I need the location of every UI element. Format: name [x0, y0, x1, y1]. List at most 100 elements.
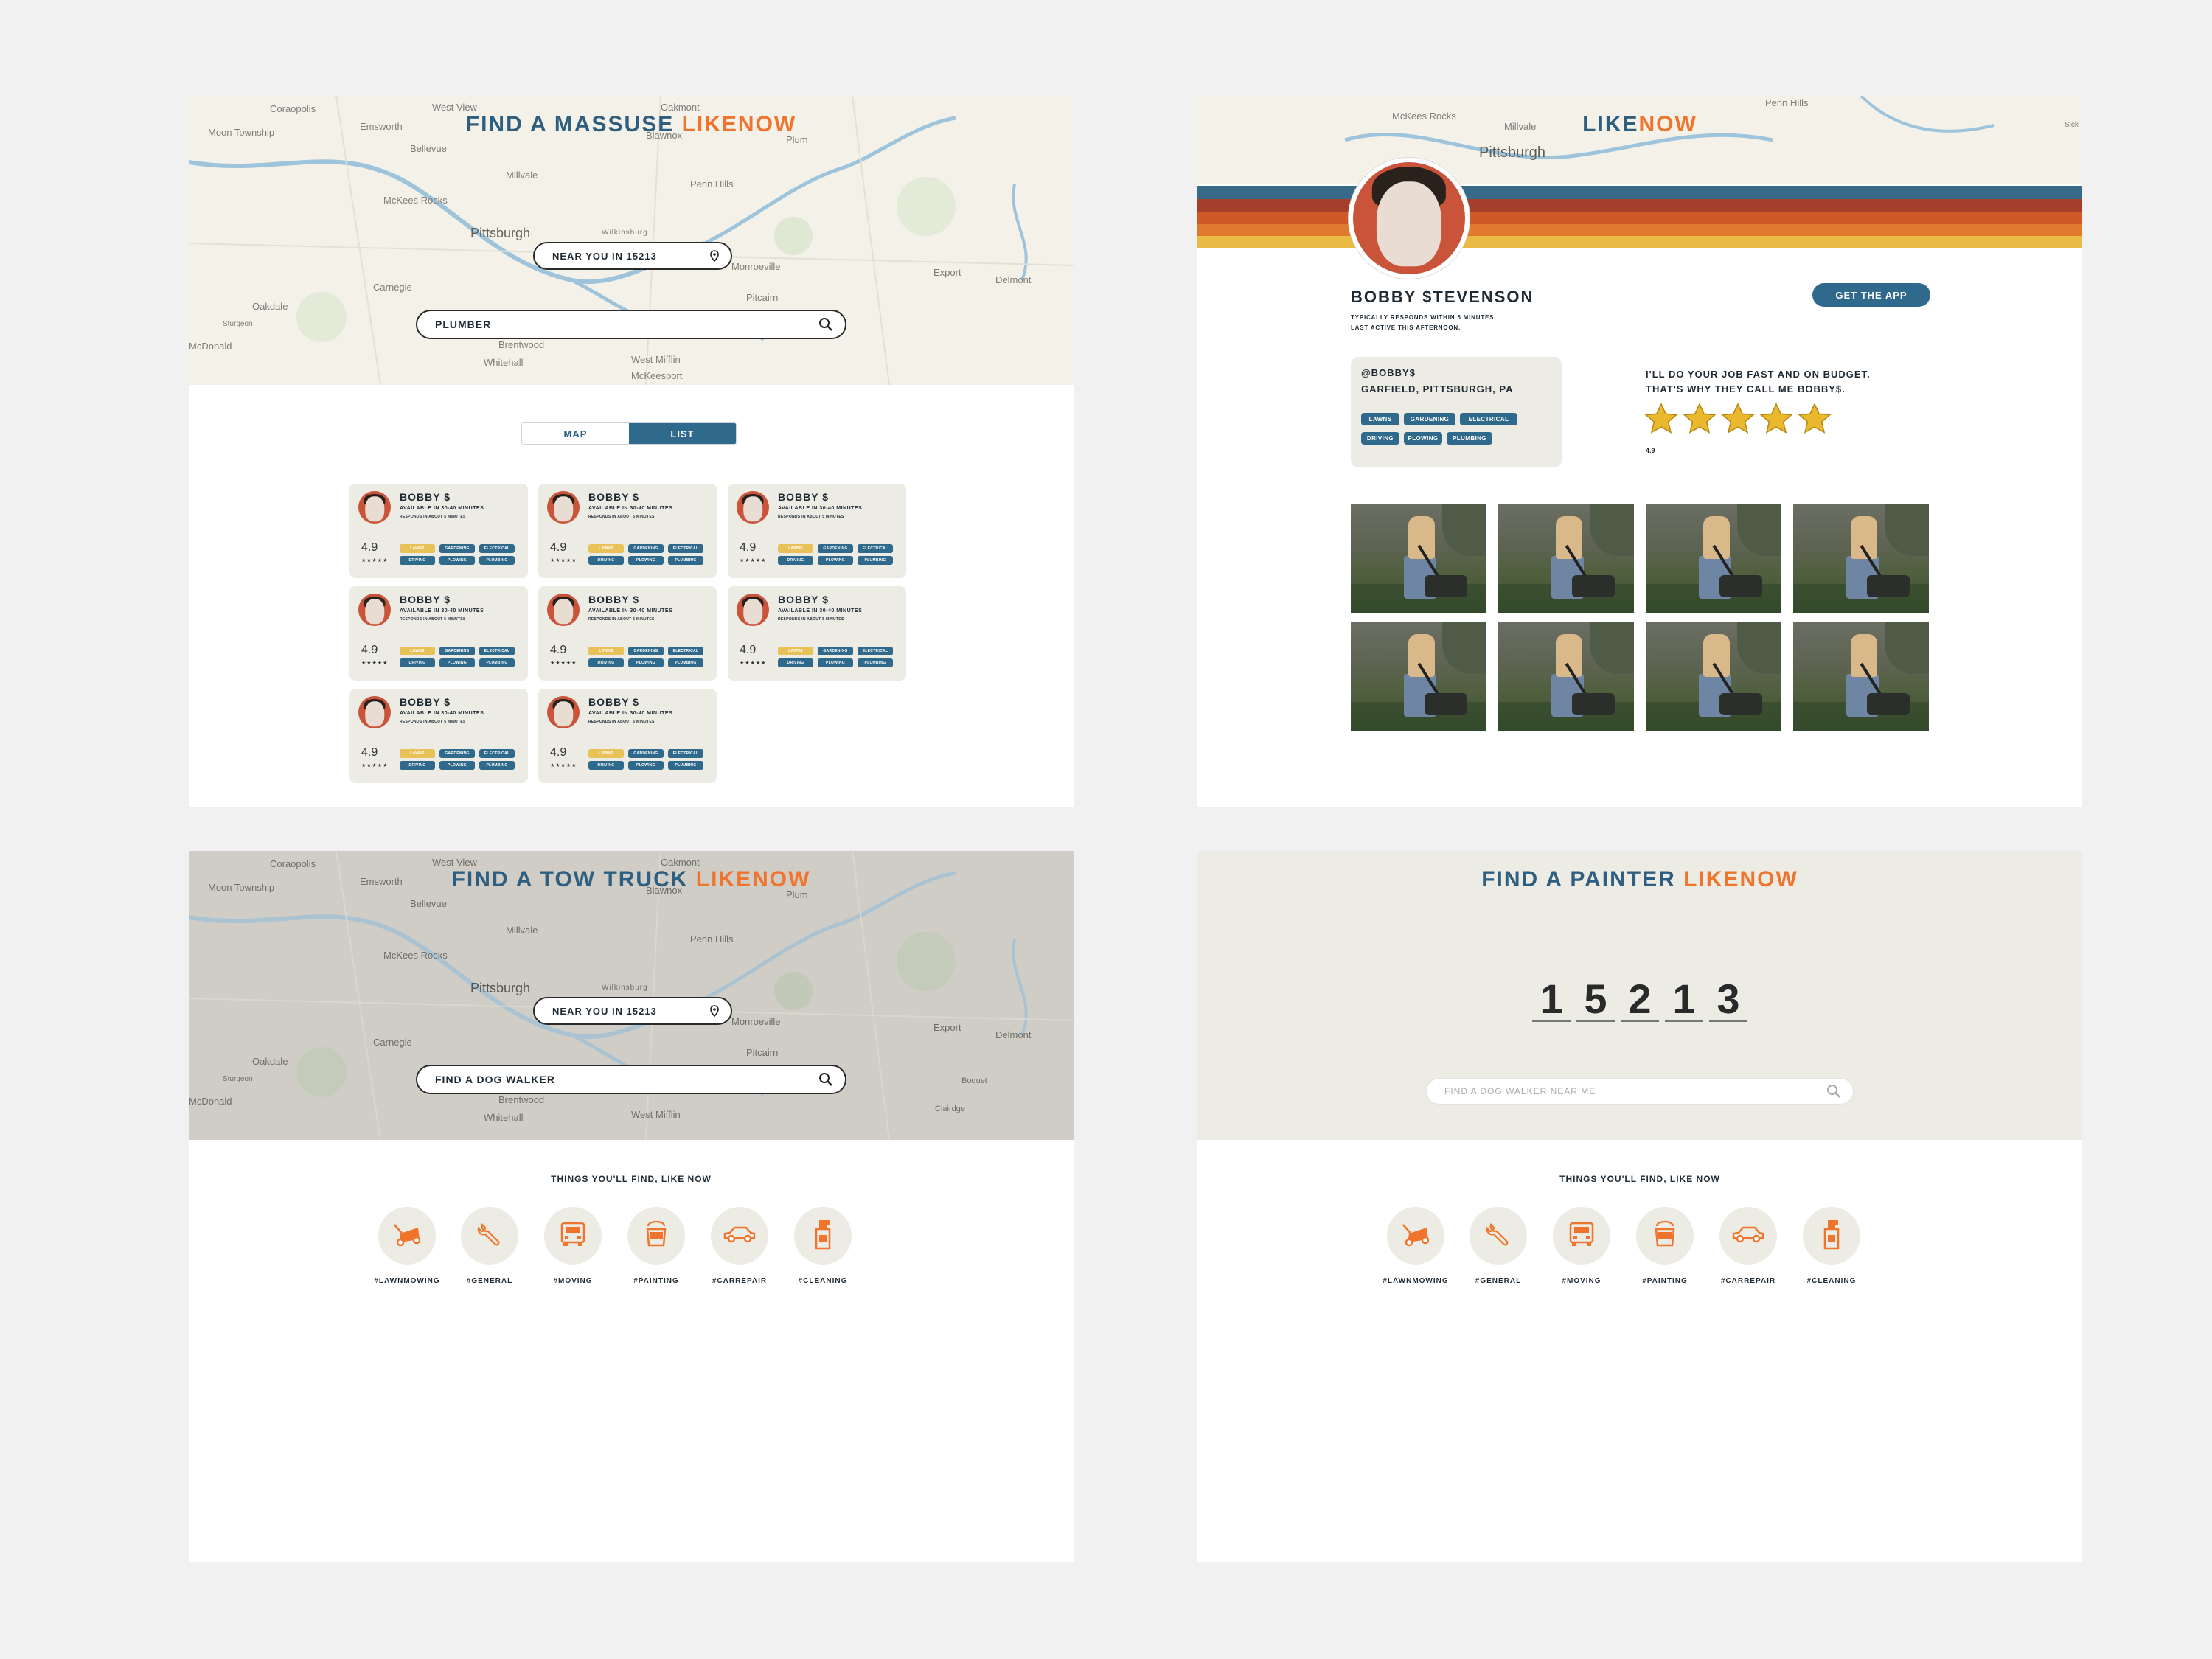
- provider-card[interactable]: BOBBY $ AVAILABLE IN 30-40 MINUTES RESPOND…: [538, 484, 717, 578]
- provider-card[interactable]: BOBBY $ AVAILABLE IN 30-40 MINUTES RESPOND…: [349, 689, 528, 783]
- map-label: Carnegie: [373, 1037, 412, 1048]
- paint-bucket-icon: [1652, 1220, 1677, 1252]
- map-label: Pittsburgh: [470, 981, 531, 995]
- search-input[interactable]: PLUMBER: [416, 310, 846, 339]
- avatar: [358, 696, 391, 728]
- map-label: McDonald: [189, 341, 232, 352]
- gallery-photo[interactable]: [1793, 622, 1929, 731]
- map-label: Carnegie: [373, 282, 412, 293]
- location-pill[interactable]: NEAR YOU IN 15213: [533, 242, 732, 270]
- provider-card[interactable]: BOBBY $ AVAILABLE IN 30-40 MINUTES RESPOND…: [349, 586, 528, 681]
- provider-card[interactable]: BOBBY $ AVAILABLE IN 30-40 MINUTES RESPOND…: [538, 689, 717, 783]
- location-label: NEAR YOU IN 15213: [552, 250, 657, 262]
- skill-tag: ELECTRICAL: [479, 544, 515, 553]
- logo-like: LIKE: [1582, 112, 1639, 136]
- skill-tag: DRIVING: [588, 556, 624, 565]
- toggle-list[interactable]: LIST: [629, 423, 736, 444]
- category-label: #CARREPAIR: [1720, 1277, 1776, 1285]
- profile-quote-line-1: I'LL DO YOUR JOB FAST AND ON BUDGET.: [1646, 369, 1871, 380]
- map-label: Export: [933, 267, 961, 278]
- logo-now: NOW: [1638, 112, 1697, 136]
- map-label: McDonald: [189, 1096, 232, 1107]
- map-label: Bellevue: [410, 898, 447, 909]
- rating-value: 4.9: [550, 746, 567, 759]
- skill-tag: LAWNS: [1361, 413, 1399, 425]
- toggle-map[interactable]: MAP: [522, 423, 629, 444]
- stripe-red: [1197, 199, 2082, 212]
- category-carrepair[interactable]: [711, 1207, 768, 1265]
- availability: AVAILABLE IN 30-40 MINUTES: [400, 506, 484, 511]
- provider-card[interactable]: BOBBY $ AVAILABLE IN 30-40 MINUTES RESPOND…: [349, 484, 528, 578]
- rating-value: 4.9: [361, 644, 378, 656]
- skill-tag: ELECTRICAL: [668, 647, 703, 655]
- map-label: Brentwood: [498, 339, 545, 350]
- skill-tag: DRIVING: [778, 658, 813, 667]
- category-painting[interactable]: [1636, 1207, 1694, 1265]
- search-value: FIND A DOG WALKER: [435, 1074, 555, 1085]
- provider-card[interactable]: BOBBY $ AVAILABLE IN 30-40 MINUTES RESPOND…: [728, 484, 906, 578]
- map-background[interactable]: Coraopolis West View Oakmont Moon Townsh…: [189, 96, 1074, 385]
- skill-tag: ELECTRICAL: [1460, 413, 1517, 425]
- gallery-photo[interactable]: [1351, 504, 1486, 613]
- category-general[interactable]: [461, 1207, 518, 1265]
- brand-text: LIKENOW: [681, 112, 797, 136]
- category-cleaning[interactable]: [1803, 1207, 1860, 1265]
- star-icon: [1759, 403, 1793, 439]
- stripe-yellow: [1197, 236, 2082, 248]
- search-icon[interactable]: [818, 317, 833, 332]
- rating-value: 4.9: [1646, 447, 1655, 454]
- gallery-photo[interactable]: [1351, 622, 1486, 731]
- skill-tag: PLUMBING: [668, 658, 703, 667]
- gallery-photo[interactable]: [1498, 622, 1634, 731]
- map-label: Delmont: [995, 274, 1032, 285]
- map-header: McKees Rocks Pittsburgh Millvale Penn Hi…: [1197, 96, 2082, 184]
- gallery-photo[interactable]: [1793, 504, 1929, 613]
- map-label: Wilkinsburg: [602, 229, 648, 237]
- zip-digit[interactable]: 5: [1576, 976, 1615, 1022]
- skill-tag: DRIVING: [588, 658, 624, 667]
- map-label: West View: [432, 857, 477, 868]
- zip-digit[interactable]: 2: [1621, 976, 1659, 1022]
- gallery-photo[interactable]: [1646, 504, 1781, 613]
- provider-card[interactable]: BOBBY $ AVAILABLE IN 30-40 MINUTES RESPOND…: [538, 586, 717, 681]
- availability: AVAILABLE IN 30-40 MINUTES: [588, 608, 673, 613]
- map-background[interactable]: Coraopolis West View Oakmont Moon Townsh…: [189, 851, 1074, 1140]
- map-label: Clairdge: [935, 1105, 965, 1113]
- gallery-photo[interactable]: [1646, 622, 1781, 731]
- category-carrepair[interactable]: [1719, 1207, 1777, 1265]
- skill-tag: PLUMBING: [858, 658, 893, 667]
- map-river-lines: [189, 96, 1074, 385]
- category-moving[interactable]: [544, 1207, 602, 1265]
- spray-bottle-icon: [1820, 1219, 1843, 1253]
- category-lawnmowing[interactable]: [378, 1207, 436, 1265]
- search-input[interactable]: FIND A DOG WALKER NEAR ME: [1426, 1078, 1854, 1105]
- availability: AVAILABLE IN 30-40 MINUTES: [400, 711, 484, 716]
- response-time: RESPONDS IN ABOUT 5 MINUTES: [588, 515, 655, 519]
- provider-name: BOBBY $: [400, 491, 451, 503]
- search-placeholder: FIND A DOG WALKER NEAR ME: [1444, 1086, 1596, 1096]
- response-time: RESPONDS IN ABOUT 5 MINUTES: [778, 515, 844, 519]
- category-moving[interactable]: [1553, 1207, 1610, 1265]
- map-label: Boquet: [961, 1077, 987, 1085]
- location-pill[interactable]: NEAR YOU IN 15213: [533, 997, 732, 1025]
- zip-digit[interactable]: 1: [1532, 976, 1571, 1022]
- get-app-button[interactable]: GET THE APP: [1812, 283, 1930, 307]
- search-icon[interactable]: [1826, 1084, 1841, 1099]
- provider-card[interactable]: BOBBY $ AVAILABLE IN 30-40 MINUTES RESPOND…: [728, 586, 906, 681]
- gallery-photo[interactable]: [1498, 504, 1634, 613]
- profile-screen: McKees Rocks Pittsburgh Millvale Penn Hi…: [1197, 96, 2082, 807]
- search-input[interactable]: FIND A DOG WALKER: [416, 1065, 846, 1094]
- rating-value: 4.9: [361, 541, 378, 554]
- category-cleaning[interactable]: [794, 1207, 852, 1265]
- category-general[interactable]: [1470, 1207, 1527, 1265]
- skill-tag: GARDENING: [628, 749, 664, 758]
- profile-info-box: @BOBBY$ GARFIELD, PITTSBURGH, PA LAWNS G…: [1351, 357, 1562, 467]
- zip-digit[interactable]: 3: [1709, 976, 1747, 1022]
- zip-digit[interactable]: 1: [1665, 976, 1703, 1022]
- category-lawnmowing[interactable]: [1387, 1207, 1444, 1265]
- category-painting[interactable]: [627, 1207, 685, 1265]
- category-label: #LAWNMOWING: [374, 1277, 440, 1285]
- star-icon: [1798, 403, 1832, 439]
- search-icon[interactable]: [818, 1072, 833, 1087]
- brand-text: LIKENOW: [1683, 867, 1798, 891]
